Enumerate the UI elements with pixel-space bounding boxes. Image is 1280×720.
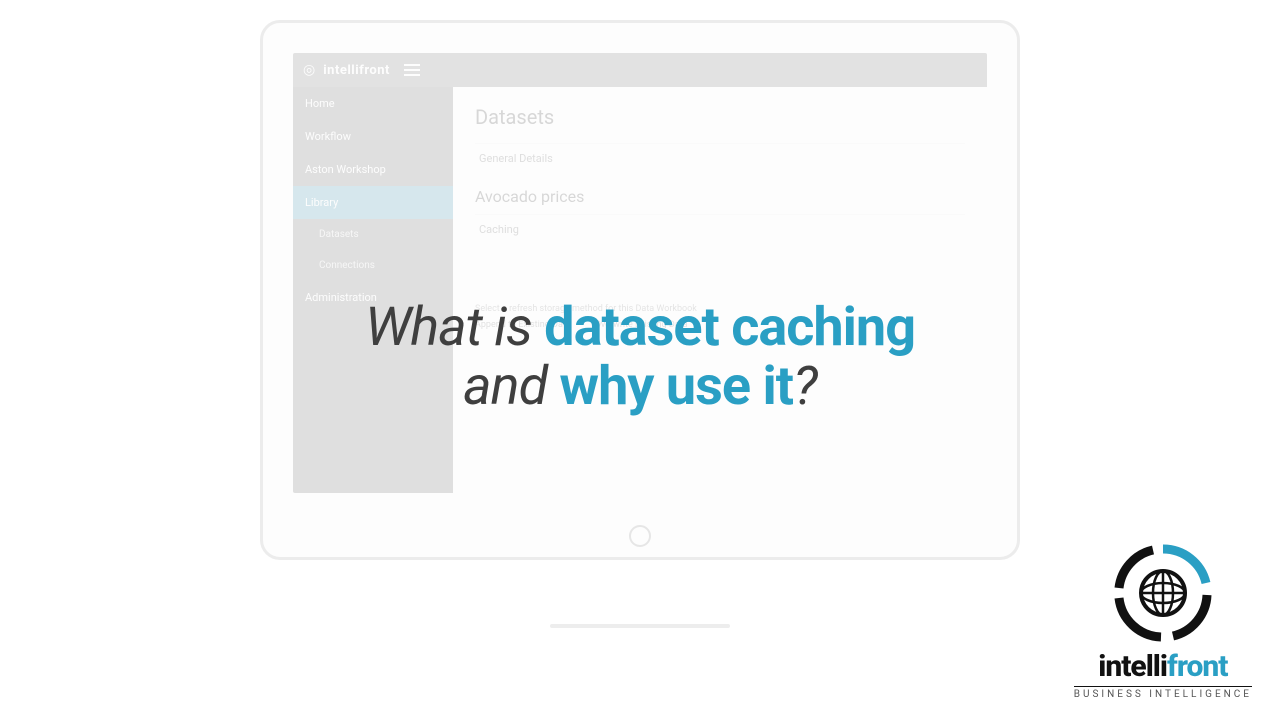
sidebar-item-aston: Aston Workshop [293, 153, 453, 186]
monitor-power-button [629, 525, 651, 547]
globe-icon: ◎ [303, 62, 315, 78]
brand-logo: intellifront BUSINESS INTELLIGENCE [1074, 543, 1252, 700]
title-part1: What is [365, 296, 544, 359]
monitor-mockup: ◎ intellifront Home Workflow Aston Works… [260, 20, 1020, 560]
sidebar-item-workflow: Workflow [293, 120, 453, 153]
record-title: Avocado prices [475, 187, 965, 206]
logo-wordmark: intellifront [1074, 649, 1252, 684]
accordion-general: General Details [475, 143, 965, 173]
section-caching: Caching [475, 214, 965, 244]
logo-word-part2: front [1167, 649, 1228, 684]
title-part3: ? [793, 355, 817, 418]
sidebar-item-datasets: Datasets [293, 219, 453, 250]
logo-subtitle: BUSINESS INTELLIGENCE [1074, 686, 1252, 700]
monitor-screen: ◎ intellifront Home Workflow Aston Works… [293, 53, 987, 493]
page-title: Datasets [475, 105, 965, 129]
title-accent2: why use it [559, 355, 793, 418]
title-accent1: dataset caching [544, 296, 915, 359]
sidebar-item-connections: Connections [293, 250, 453, 281]
monitor-stand [580, 568, 700, 628]
sidebar-item-library: Library [293, 186, 453, 219]
sidebar: Home Workflow Aston Workshop Library Dat… [293, 87, 453, 493]
title-part2: and [463, 355, 559, 418]
app-header: ◎ intellifront [293, 53, 987, 87]
globe-logo-icon [1113, 543, 1213, 643]
logo-word-part1: intelli [1098, 649, 1167, 684]
app-brand: intellifront [323, 63, 390, 78]
main-heading: What is dataset caching and why use it? [0, 298, 1280, 417]
hamburger-icon [404, 69, 420, 71]
content-area: Datasets General Details Avocado prices … [453, 87, 987, 493]
app-body: Home Workflow Aston Workshop Library Dat… [293, 87, 987, 493]
sidebar-item-home: Home [293, 87, 453, 120]
